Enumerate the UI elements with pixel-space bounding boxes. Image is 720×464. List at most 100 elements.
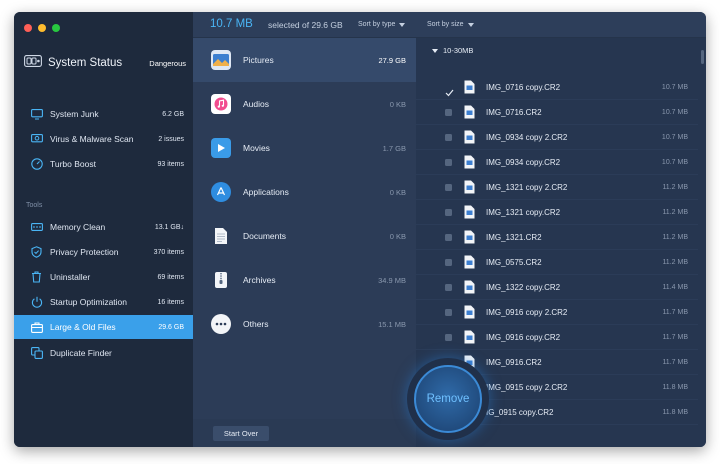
system-status-item[interactable]: System Status Dangerous [24,52,186,74]
close-window-button[interactable] [24,24,32,32]
document-icon [211,226,231,246]
file-size: 11.7 MB [662,308,688,316]
category-size: 0 KB [389,99,406,109]
sidebar-item-value: 29.6 GB [158,323,184,331]
category-movies[interactable]: Movies 1.7 GB [193,126,416,170]
file-row[interactable]: IMG_0934 copy 2.CR2 10.7 MB [416,125,698,150]
checkbox[interactable] [445,283,452,291]
file-row[interactable]: IMG_0934 copy.CR2 10.7 MB [416,150,698,175]
zoom-window-button[interactable] [52,24,60,32]
file-row[interactable]: IMG_0575.CR2 11.2 MB [416,250,698,275]
sidebar-item-turbo-boost[interactable]: Turbo Boost 93 items [14,152,193,176]
power-icon [30,296,43,309]
archive-icon [211,270,231,290]
checkbox[interactable] [445,333,452,341]
file-name: IMG_0934 copy 2.CR2 [486,132,568,142]
checkbox-checked[interactable] [445,84,454,96]
raw-image-file-icon [464,80,475,94]
shield-icon [30,246,43,259]
category-documents[interactable]: Documents 0 KB [193,214,416,258]
sidebar: System Status Dangerous System Junk 6.2 … [14,12,193,447]
file-row[interactable]: IMG_0916 copy.CR2 11.7 MB [416,325,698,350]
more-icon [211,314,231,334]
category-footer: Start Over [193,419,416,447]
raw-image-file-icon [464,155,475,169]
file-row[interactable]: IMG_1321 copy.CR2 11.2 MB [416,200,698,225]
raw-image-file-icon [464,105,475,119]
sidebar-item-label: Memory Clean [50,222,106,232]
file-row[interactable]: IMG_1321.CR2 11.2 MB [416,225,698,250]
sidebar-item-label: Turbo Boost [50,159,96,169]
checkbox[interactable] [445,183,452,191]
checkbox[interactable] [445,258,452,266]
category-pictures[interactable]: Pictures 27.9 GB [193,38,416,82]
checkbox[interactable] [445,233,452,241]
minimize-window-button[interactable] [38,24,46,32]
sidebar-item-uninstaller[interactable]: Uninstaller 69 items [14,265,193,289]
checkbox[interactable] [445,158,452,166]
remove-button[interactable]: Remove [414,365,482,433]
file-row[interactable]: IMG_1321 copy 2.CR2 11.2 MB [416,175,698,200]
sidebar-item-label: Virus & Malware Scan [50,134,134,144]
category-label: Documents [243,231,286,241]
sidebar-item-memory-clean[interactable]: Memory Clean 13.1 GB↓ [14,215,193,239]
raw-image-file-icon [464,230,475,244]
pictures-icon [211,50,231,70]
file-name: IMG_0716 copy.CR2 [486,82,561,92]
category-archives[interactable]: Archives 34.9 MB [193,258,416,302]
monitor-icon [30,108,43,121]
file-name: IMG_0915 copy 2.CR2 [486,382,568,392]
sidebar-item-large-old-files[interactable]: Large & Old Files 29.6 GB [14,315,193,339]
start-over-button[interactable]: Start Over [213,426,269,441]
file-size: 11.2 MB [662,258,688,266]
file-name: IMG_1321 copy 2.CR2 [486,182,568,192]
selected-of-total: selected of 29.6 GB [268,20,343,30]
category-label: Archives [243,275,276,285]
file-row[interactable]: IMG_0716 copy.CR2 10.7 MB [416,75,698,100]
app-store-icon [211,182,231,202]
category-label: Movies [243,143,270,153]
category-list: Pictures 27.9 GB Audios 0 KB Movies 1.7 … [193,38,416,419]
file-name: IMG_1321.CR2 [486,232,542,242]
turbo-icon [30,158,43,171]
file-size: 11.8 MB [662,408,688,416]
size-group-label: 10-30MB [443,46,474,55]
file-row[interactable]: IMG_0716.CR2 10.7 MB [416,100,698,125]
sidebar-item-value: 6.2 GB [162,110,184,118]
file-size: 11.2 MB [662,208,688,216]
size-group-toggle[interactable]: 10-30MB [432,46,473,55]
raw-image-file-icon [464,130,475,144]
system-status-title: System Status [48,57,123,69]
file-name: IMG_0575.CR2 [486,257,542,267]
file-row[interactable]: IMG_0916 copy 2.CR2 11.7 MB [416,300,698,325]
file-row[interactable]: IMG_1322 copy.CR2 11.4 MB [416,275,698,300]
category-size: 34.9 MB [378,275,406,285]
category-applications[interactable]: Applications 0 KB [193,170,416,214]
sidebar-item-value: 16 items [157,298,184,306]
sidebar-item-privacy-protection[interactable]: Privacy Protection 370 items [14,240,193,264]
checkbox[interactable] [445,308,452,316]
scrollbar-thumb[interactable] [701,50,704,64]
briefcase-icon [30,321,43,334]
sidebar-item-system-junk[interactable]: System Junk 6.2 GB [14,102,193,126]
category-others[interactable]: Others 15.1 MB [193,302,416,346]
checkmark-icon [445,89,454,96]
raw-image-file-icon [464,280,475,294]
sidebar-item-label: Large & Old Files [50,322,116,332]
sort-by-type-dropdown[interactable]: Sort by type [358,21,406,28]
file-size: 10.7 MB [661,83,688,91]
raw-image-file-icon [464,205,475,219]
raw-image-file-icon [464,255,475,269]
sidebar-item-duplicate-finder[interactable]: Duplicate Finder [14,341,193,365]
checkbox[interactable] [445,133,452,141]
status-badge: Dangerous [149,58,186,68]
sidebar-item-startup-optimization[interactable]: Startup Optimization 16 items [14,290,193,314]
app-window: System Status Dangerous System Junk 6.2 … [14,12,706,447]
file-size: 10.7 MB [661,108,688,116]
tools-heading: Tools [26,202,43,209]
sort-by-size-dropdown[interactable]: Sort by size [427,21,474,28]
checkbox[interactable] [445,208,452,216]
category-audios[interactable]: Audios 0 KB [193,82,416,126]
checkbox[interactable] [445,108,452,116]
sidebar-item-virus-scan[interactable]: Virus & Malware Scan 2 issues [14,127,193,151]
